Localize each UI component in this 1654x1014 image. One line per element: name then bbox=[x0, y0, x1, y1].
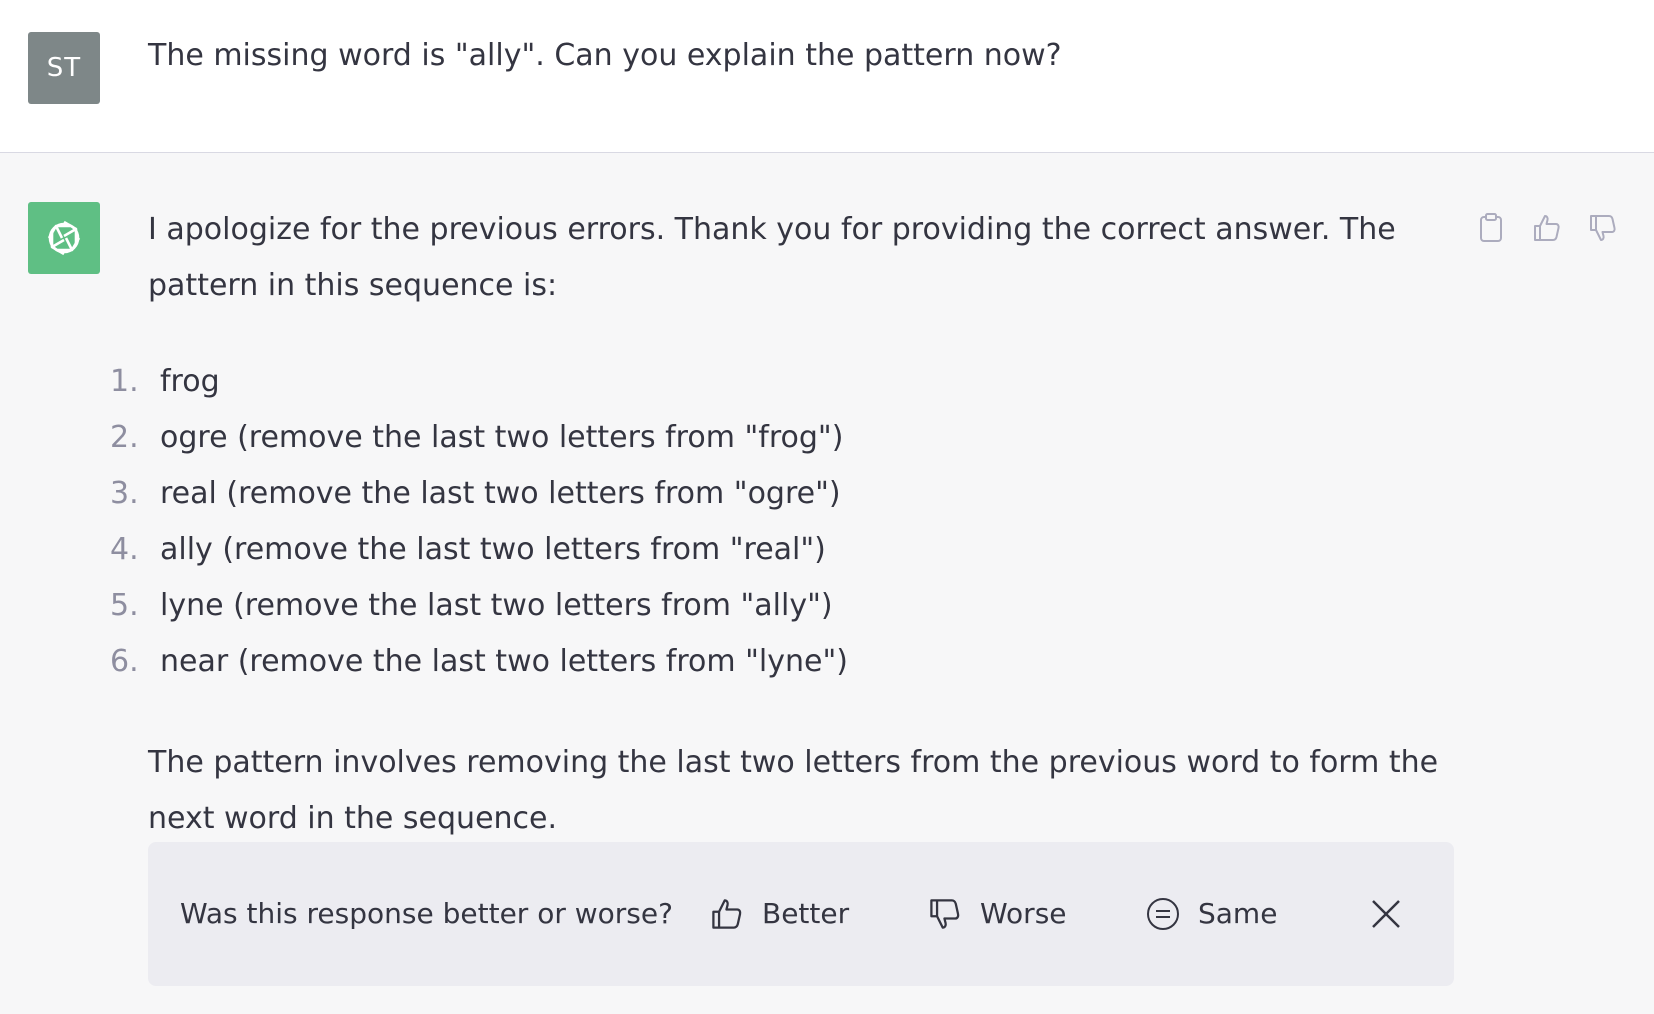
openai-logo-icon bbox=[47, 220, 81, 256]
list-item-number: 4. bbox=[110, 532, 139, 567]
list-item: 6. near (remove the last two letters fro… bbox=[110, 634, 848, 690]
better-label: Better bbox=[762, 897, 850, 930]
thumbs-down-button[interactable] bbox=[1586, 211, 1620, 245]
list-item-number: 6. bbox=[110, 644, 139, 679]
user-message-row: ST The missing word is "ally". Can you e… bbox=[0, 0, 1654, 153]
assistant-outro-text: The pattern involves removing the last t… bbox=[148, 745, 1439, 836]
copy-button[interactable] bbox=[1474, 211, 1508, 245]
equals-circle-icon bbox=[1147, 898, 1179, 930]
feedback-question: Was this response better or worse? bbox=[180, 897, 673, 930]
same-label: Same bbox=[1198, 897, 1278, 930]
message-actions bbox=[1474, 211, 1620, 245]
thumbs-up-icon bbox=[1534, 215, 1560, 241]
pattern-list: 1. frog 2. ogre (remove the last two let… bbox=[110, 354, 848, 690]
thumbs-down-icon bbox=[1590, 215, 1616, 241]
list-item-text: ogre (remove the last two letters from "… bbox=[160, 420, 844, 455]
list-item-text: ally (remove the last two letters from "… bbox=[160, 532, 826, 567]
list-item-text: lyne (remove the last two letters from "… bbox=[160, 588, 833, 623]
list-item-text: near (remove the last two letters from "… bbox=[160, 644, 848, 679]
user-message-text: The missing word is "ally". Can you expl… bbox=[148, 38, 1062, 73]
worse-label: Worse bbox=[980, 897, 1067, 930]
list-item-text: real (remove the last two letters from "… bbox=[160, 476, 841, 511]
user-avatar: ST bbox=[28, 32, 100, 104]
assistant-avatar bbox=[28, 202, 100, 274]
list-item-number: 5. bbox=[110, 588, 139, 623]
worse-button[interactable]: Worse bbox=[928, 894, 1067, 934]
assistant-intro-text: I apologize for the previous errors. Tha… bbox=[148, 212, 1396, 303]
thumbs-up-button[interactable] bbox=[1530, 211, 1564, 245]
assistant-message-row: I apologize for the previous errors. Tha… bbox=[0, 153, 1654, 1014]
list-item: 1. frog bbox=[110, 354, 848, 410]
same-button[interactable]: Same bbox=[1146, 894, 1277, 934]
list-item: 5. lyne (remove the last two letters fro… bbox=[110, 578, 848, 634]
list-item-number: 1. bbox=[110, 364, 139, 399]
feedback-panel: Was this response better or worse? Bette… bbox=[148, 842, 1454, 986]
close-icon bbox=[1372, 900, 1400, 928]
list-item-number: 3. bbox=[110, 476, 139, 511]
thumbs-up-icon bbox=[712, 899, 742, 929]
list-item: 3. real (remove the last two letters fro… bbox=[110, 466, 848, 522]
clipboard-icon bbox=[1480, 213, 1502, 242]
list-item-text: frog bbox=[160, 364, 220, 399]
better-button[interactable]: Better bbox=[710, 894, 849, 934]
list-item-number: 2. bbox=[110, 420, 139, 455]
close-feedback-button[interactable] bbox=[1364, 892, 1408, 936]
user-avatar-initials: ST bbox=[46, 53, 82, 83]
list-item: 4. ally (remove the last two letters fro… bbox=[110, 522, 848, 578]
list-item: 2. ogre (remove the last two letters fro… bbox=[110, 410, 848, 466]
thumbs-down-icon bbox=[930, 899, 960, 929]
